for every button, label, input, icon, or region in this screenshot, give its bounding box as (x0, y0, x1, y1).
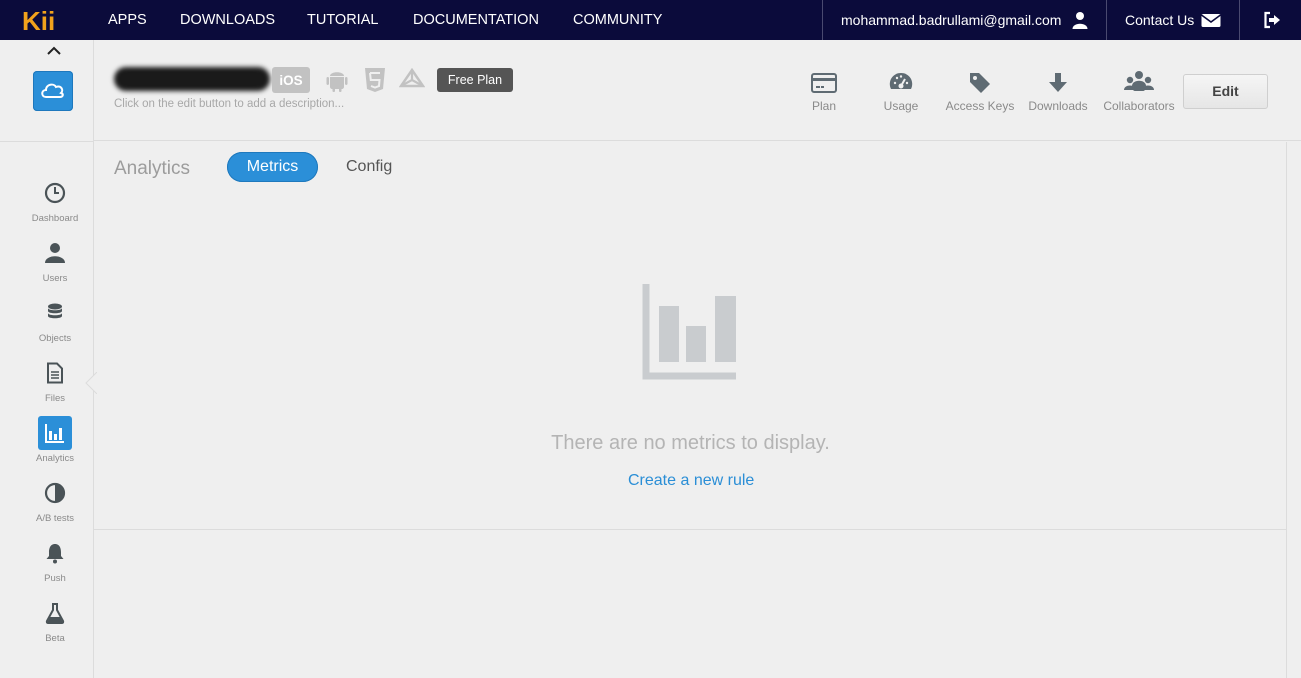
tab-metrics[interactable]: Metrics (227, 152, 318, 182)
clock-icon (44, 182, 66, 204)
nav-documentation[interactable]: DOCUMENTATION (413, 0, 539, 40)
nav-community[interactable]: COMMUNITY (573, 0, 662, 40)
sidebar-item-label: Dashboard (31, 213, 79, 224)
credit-card-icon (811, 73, 837, 93)
create-new-rule-link[interactable]: Create a new rule (628, 472, 754, 490)
section-title: Analytics (114, 158, 191, 179)
analytics-content: Analytics Metrics Config There are no me… (94, 142, 1287, 530)
unity-icon[interactable] (398, 67, 426, 93)
sidebar-item-label: Objects (38, 333, 72, 344)
nav-tutorial[interactable]: TUTORIAL (307, 0, 378, 40)
edit-button[interactable]: Edit (1183, 74, 1268, 109)
envelope-icon[interactable] (1201, 11, 1221, 29)
access-keys-button[interactable]: Access Keys (944, 70, 1016, 114)
left-sidebar: Dashboard Users Objects Files Analytics … (0, 40, 94, 678)
collaborators-button[interactable]: Collaborators (1101, 70, 1177, 114)
nav-divider (822, 0, 823, 40)
sidebar-item-label: A/B tests (35, 513, 74, 524)
tab-config[interactable]: Config (346, 152, 392, 182)
sidebar-item-label: Beta (45, 633, 65, 644)
chevron-up-icon[interactable] (46, 45, 62, 57)
half-circle-icon (44, 482, 66, 504)
usage-button[interactable]: Usage (876, 70, 926, 114)
cloud-icon (41, 83, 64, 98)
user-icon[interactable] (1071, 11, 1089, 29)
app-header: Click on the edit button to add a descri… (94, 40, 1301, 141)
empty-bar-chart-icon (642, 284, 736, 380)
logout-icon[interactable] (1263, 11, 1281, 29)
downloads-button[interactable]: Downloads (1024, 70, 1092, 114)
content-lower-area (94, 530, 1287, 678)
flask-icon (45, 603, 65, 624)
user-email[interactable]: mohammad.badrullami@gmail.com (841, 0, 1061, 40)
sidebar-item-files[interactable]: Files (15, 358, 95, 410)
sidebar-item-users[interactable]: Users (15, 238, 95, 290)
app-description: Click on the edit button to add a descri… (114, 98, 345, 110)
top-navigation-bar: Kii APPS DOWNLOADS TUTORIAL DOCUMENTATIO… (0, 0, 1301, 40)
nav-divider (1239, 0, 1240, 40)
sidebar-item-label: Files (44, 393, 66, 404)
collaborators-label: Collaborators (1103, 99, 1175, 113)
access-keys-label: Access Keys (945, 99, 1015, 113)
users-group-icon (1124, 71, 1154, 91)
kii-logo[interactable]: Kii (22, 6, 66, 34)
bar-chart-icon (45, 424, 64, 443)
sidebar-item-analytics[interactable]: Analytics (15, 416, 95, 470)
plan-button[interactable]: Plan (799, 70, 849, 114)
user-icon (45, 243, 65, 263)
dashboard-gauge-icon (889, 72, 913, 89)
sidebar-item-dashboard[interactable]: Dashboard (15, 178, 95, 230)
sidebar-item-label: Analytics (35, 453, 74, 464)
usage-label: Usage (883, 99, 919, 113)
nav-downloads[interactable]: DOWNLOADS (180, 0, 275, 40)
sidebar-item-push[interactable]: Push (15, 538, 95, 590)
sidebar-item-ab-tests[interactable]: A/B tests (15, 478, 95, 530)
app-cloud-icon[interactable] (33, 71, 73, 111)
app-name-redacted (114, 67, 270, 91)
sidebar-item-label: Users (42, 273, 68, 284)
plan-label: Plan (811, 99, 837, 113)
platform-ios-badge[interactable]: iOS (272, 67, 310, 93)
downloads-label: Downloads (1028, 99, 1088, 113)
svg-text:Kii: Kii (22, 6, 55, 34)
empty-state-message: There are no metrics to display. (551, 432, 830, 454)
free-plan-badge[interactable]: Free Plan (437, 68, 513, 92)
sidebar-item-label: Push (44, 573, 66, 584)
nav-apps[interactable]: APPS (108, 0, 147, 40)
contact-us-link[interactable]: Contact Us (1125, 0, 1194, 40)
download-arrow-icon (1049, 73, 1067, 92)
nav-divider (1106, 0, 1107, 40)
sidebar-item-objects[interactable]: Objects (15, 298, 95, 350)
sidebar-item-beta[interactable]: Beta (15, 598, 95, 650)
android-icon[interactable] (324, 67, 350, 93)
database-icon (48, 303, 62, 319)
html5-icon[interactable] (362, 67, 388, 93)
bell-icon (46, 544, 64, 564)
file-icon (47, 362, 63, 384)
tag-icon (970, 73, 990, 93)
sidebar-divider (0, 141, 94, 142)
